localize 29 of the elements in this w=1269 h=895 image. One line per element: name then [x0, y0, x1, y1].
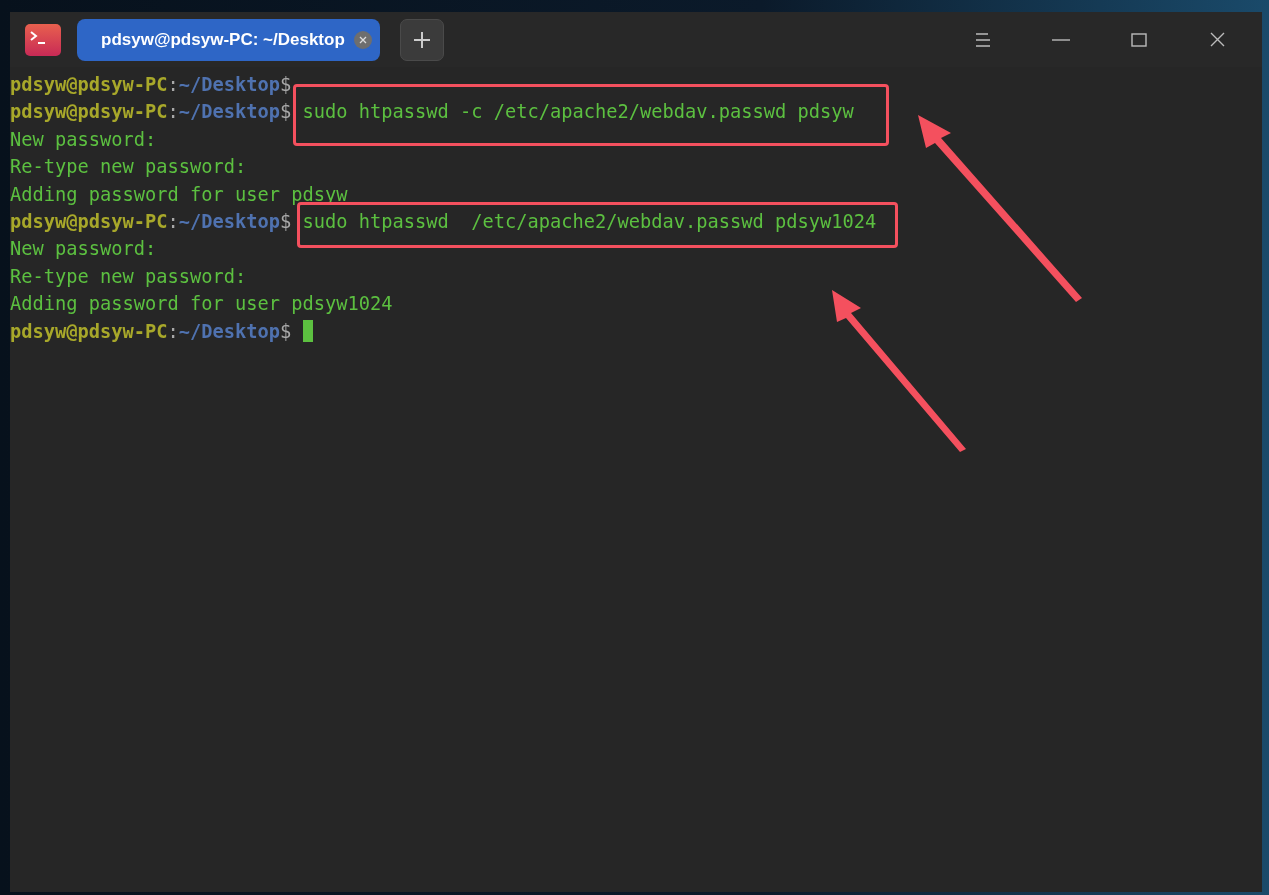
prompt-path: ~/Desktop [178, 319, 281, 344]
terminal-app-icon [25, 23, 61, 56]
close-icon[interactable] [354, 30, 372, 49]
prompt-symbol: $ [280, 100, 292, 125]
output-text: New password: [10, 237, 157, 262]
command-text: sudo htpasswd -c /etc/apache2/webdav.passwd pdsyw [301, 100, 854, 125]
prompt-path: ~/Desktop [178, 100, 281, 125]
prompt-path: ~/Desktop [178, 209, 281, 234]
prompt-path: ~/Desktop [178, 73, 281, 97]
command-text: sudo htpasswd /etc/apache2/webdav.passwd pdsyw1024 [301, 209, 877, 234]
output-text: Adding password for user pdsyw [10, 182, 348, 207]
prompt-user: pdsyw@pdsyw-PC [10, 209, 168, 234]
prompt-user: pdsyw@pdsyw-PC [10, 100, 168, 125]
output-text: Re-type new password: [10, 264, 247, 289]
prompt-user: pdsyw@pdsyw-PC [10, 73, 168, 97]
terminal-tab[interactable]: pdsyw@pdsyw-PC: ~/Desktop [77, 18, 380, 61]
prompt-separator: : [167, 319, 179, 344]
prompt-symbol: $ [280, 319, 292, 344]
new-tab-button[interactable] [400, 18, 444, 61]
prompt-separator: : [167, 73, 179, 97]
output-text: Adding password for user pdsyw1024 [10, 292, 393, 317]
prompt-user: pdsyw@pdsyw-PC [10, 319, 168, 344]
output-text: Re-type new password: [10, 155, 247, 180]
prompt-symbol: $ [280, 73, 292, 97]
prompt-symbol: $ [280, 209, 292, 234]
plus-icon [414, 31, 430, 48]
output-text: New password: [10, 127, 157, 152]
prompt-separator: : [167, 100, 179, 125]
prompt-separator: : [167, 209, 179, 234]
